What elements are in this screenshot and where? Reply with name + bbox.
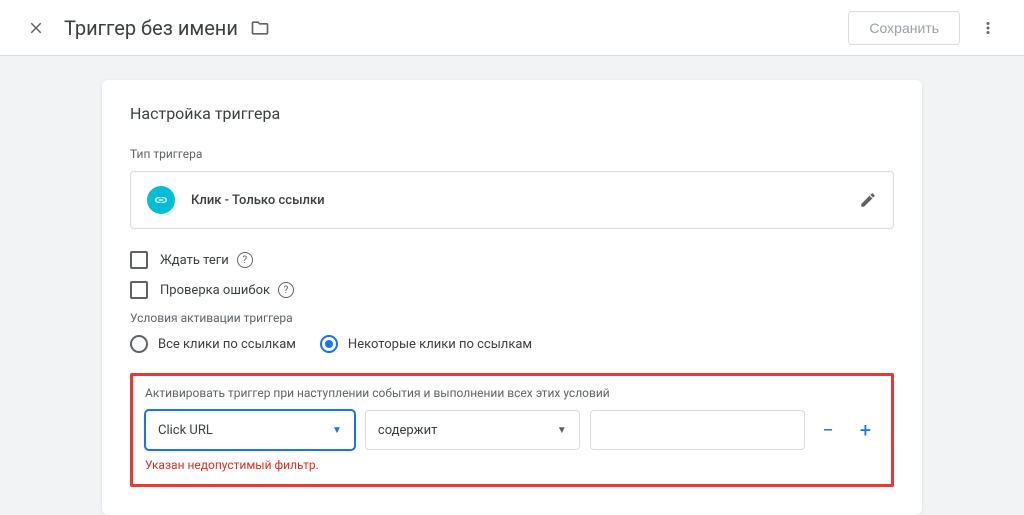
chevron-down-icon: ▼ [332, 425, 342, 436]
condition-row: Click URL ▼ содержит ▼ − + [145, 410, 879, 450]
radio-all-clicks[interactable]: Все клики по ссылкам [130, 335, 296, 353]
save-button[interactable]: Сохранить [848, 11, 960, 45]
check-errors-label: Проверка ошибок [160, 283, 270, 298]
trigger-config-card: Настройка триггера Тип триггера Клик - Т… [102, 80, 922, 515]
radio-all-label: Все клики по ссылкам [158, 337, 296, 352]
wait-tags-checkbox[interactable] [130, 251, 148, 269]
variable-value: Click URL [158, 423, 213, 438]
value-input[interactable] [590, 410, 805, 450]
radio-icon [130, 335, 148, 353]
radio-some-label: Некоторые клики по ссылкам [348, 337, 532, 352]
link-icon [147, 186, 175, 214]
check-errors-row: Проверка ошибок ? [130, 281, 894, 299]
app-header: Триггер без имени Сохранить [0, 0, 1024, 56]
radio-some-clicks[interactable]: Некоторые клики по ссылкам [320, 335, 532, 353]
radio-group: Все клики по ссылкам Некоторые клики по … [130, 335, 894, 353]
edit-icon[interactable] [859, 191, 877, 209]
variable-dropdown[interactable]: Click URL ▼ [145, 410, 355, 450]
trigger-type-label: Тип триггера [130, 147, 894, 161]
more-menu-button[interactable] [968, 8, 1008, 48]
activation-conditions-label: Условия активации триггера [130, 311, 894, 325]
trigger-type-selector[interactable]: Клик - Только ссылки [130, 171, 894, 229]
close-button[interactable] [16, 8, 56, 48]
help-icon[interactable]: ? [237, 252, 253, 268]
help-icon[interactable]: ? [278, 282, 294, 298]
wait-tags-row: Ждать теги ? [130, 251, 894, 269]
chevron-down-icon: ▼ [557, 425, 567, 436]
page-title: Триггер без имени [64, 16, 238, 40]
card-title: Настройка триггера [130, 104, 894, 123]
trigger-type-value: Клик - Только ссылки [191, 193, 859, 208]
condition-instruction: Активировать триггер при наступлении соб… [145, 386, 879, 400]
wait-tags-label: Ждать теги [160, 253, 229, 268]
remove-condition-button[interactable]: − [815, 416, 842, 444]
operator-value: содержит [378, 423, 437, 438]
radio-icon [320, 335, 338, 353]
check-errors-checkbox[interactable] [130, 281, 148, 299]
condition-section: Активировать триггер при наступлении соб… [130, 373, 894, 487]
error-message: Указан недопустимый фильтр. [145, 458, 879, 472]
add-condition-button[interactable]: + [852, 416, 879, 444]
folder-icon[interactable] [250, 18, 270, 38]
operator-dropdown[interactable]: содержит ▼ [365, 410, 580, 450]
